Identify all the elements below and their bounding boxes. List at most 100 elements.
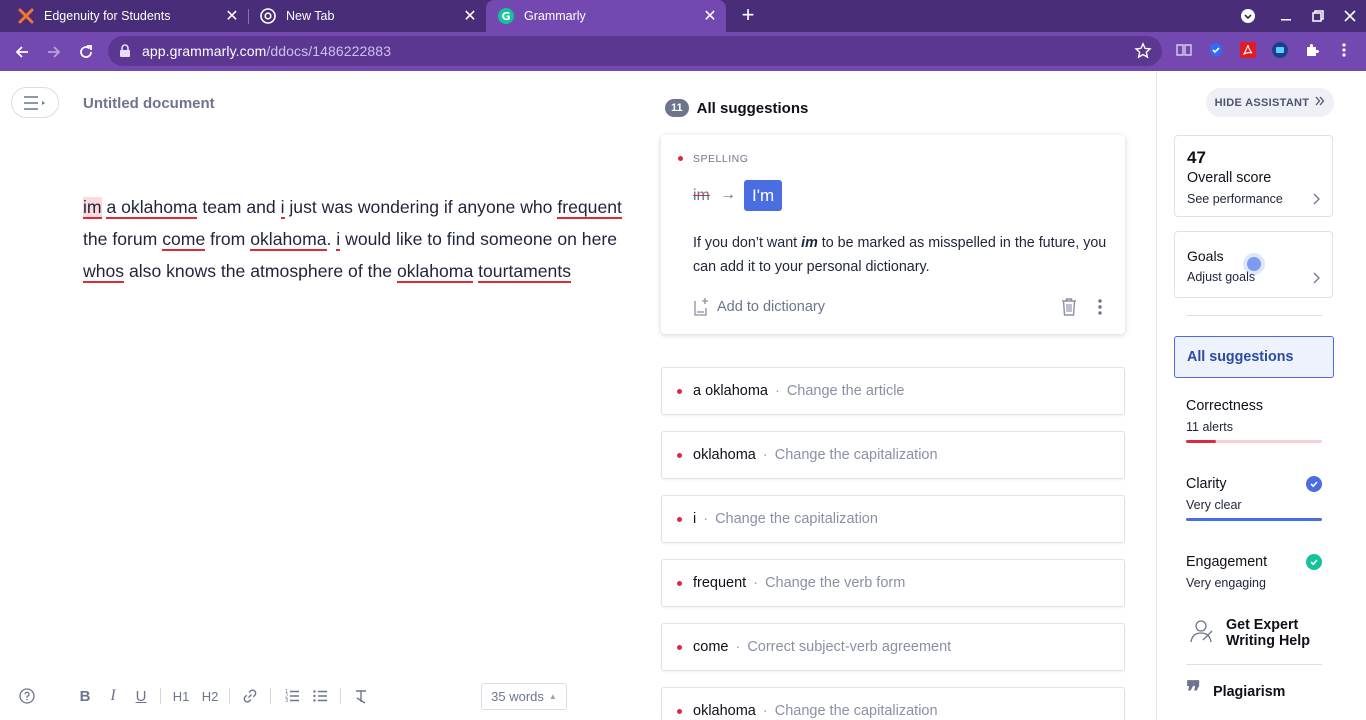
hide-assistant-button[interactable]: HIDE ASSISTANT <box>1206 88 1334 117</box>
text-run: the forum <box>83 229 163 249</box>
category-correctness[interactable]: Correctness 11 alerts <box>1186 398 1322 444</box>
bullet-list-icon[interactable] <box>310 686 330 706</box>
text-run: team and <box>197 197 281 217</box>
original-word: im <box>693 187 710 204</box>
sidebar-divider <box>1186 315 1322 316</box>
clear-format-icon[interactable] <box>351 686 371 706</box>
suggestions-header: 11 All suggestions <box>665 99 808 117</box>
shield-extension-icon[interactable] <box>1207 41 1225 59</box>
suggestion-word: come <box>693 639 729 655</box>
bold-button[interactable]: B <box>76 686 94 706</box>
expert-help-label: Get Expert Writing Help <box>1226 617 1310 649</box>
screen-extension-icon[interactable] <box>1271 41 1289 59</box>
minimize-icon[interactable] <box>1272 4 1300 28</box>
suggestion-description: Correct subject-verb agreement <box>747 639 952 655</box>
ordered-list-icon[interactable]: 123 <box>282 686 302 706</box>
flagged-word[interactable]: oklahoma <box>396 261 474 283</box>
restore-icon[interactable] <box>1304 4 1332 28</box>
dismiss-trash-icon[interactable] <box>1060 297 1078 322</box>
reading-mode-icon[interactable] <box>1175 41 1193 59</box>
adjust-goals-link[interactable]: Adjust goals <box>1187 270 1255 284</box>
underline-button[interactable]: U <box>132 686 150 706</box>
link-icon[interactable] <box>240 686 260 706</box>
check-circle-icon <box>1306 476 1322 492</box>
document-title[interactable]: Untitled document <box>83 95 215 112</box>
document-menu-button[interactable] <box>11 87 59 118</box>
suggestion-description: Change the capitalization <box>774 447 938 463</box>
reload-icon[interactable] <box>75 41 97 63</box>
suggestion-card[interactable]: a oklahoma · Change the article <box>661 367 1125 415</box>
url-host: app.grammarly.com <box>142 43 267 59</box>
chevron-right-icon <box>1312 271 1320 289</box>
active-suggestion-card[interactable]: SPELLING im → I'm If you don’t want im t… <box>661 135 1125 334</box>
separator: · <box>774 383 780 399</box>
more-options-icon[interactable] <box>1097 298 1103 321</box>
tab-new-tab[interactable]: New Tab ✕ <box>248 0 486 32</box>
severity-dot <box>677 581 682 586</box>
word-count-button[interactable]: 35 words ▲ <box>481 683 567 710</box>
goals-card[interactable]: Goals Adjust goals <box>1174 231 1333 298</box>
category-engagement[interactable]: Engagement Very engaging <box>1186 554 1322 594</box>
document-text[interactable]: im a oklahoma team and i just was wonder… <box>83 191 623 287</box>
add-to-dictionary-button[interactable]: Add to dictionary <box>693 297 825 317</box>
category-name: Clarity <box>1186 476 1227 492</box>
see-performance-link[interactable]: See performance <box>1187 192 1283 206</box>
suggestion-word: oklahoma <box>693 703 756 719</box>
suggestion-card[interactable]: oklahoma · Change the capitalization <box>661 431 1125 479</box>
heading2-button[interactable]: H2 <box>199 686 221 706</box>
category-status: Very engaging <box>1186 576 1266 590</box>
close-window-icon[interactable] <box>1336 4 1364 28</box>
check-circle-icon <box>1306 554 1322 570</box>
flagged-word[interactable]: tourtaments <box>478 261 572 283</box>
close-tab-icon[interactable]: ✕ <box>222 6 242 26</box>
expert-writing-help-link[interactable]: Get Expert Writing Help <box>1186 617 1326 649</box>
close-tab-icon[interactable]: ✕ <box>460 6 480 26</box>
toolbar-divider <box>270 688 271 704</box>
hide-assistant-label: HIDE ASSISTANT <box>1214 96 1310 109</box>
tab-strip: Edgenuity for Students ✕ New Tab ✕ G Gra… <box>0 0 1366 32</box>
tab-edgenuity[interactable]: Edgenuity for Students ✕ <box>0 0 248 32</box>
svg-text:3: 3 <box>285 698 288 704</box>
suggestion-card[interactable]: frequent · Change the verb form <box>661 559 1125 607</box>
close-tab-icon[interactable]: ✕ <box>700 6 720 26</box>
back-icon[interactable] <box>11 41 33 63</box>
overall-score-card[interactable]: 47 Overall score See performance <box>1174 135 1333 217</box>
tab-title: Edgenuity for Students <box>44 9 171 23</box>
new-tab-button[interactable]: + <box>737 4 759 27</box>
flagged-word[interactable]: a oklahoma <box>106 197 198 219</box>
flagged-word[interactable]: frequent <box>557 197 622 219</box>
heading1-button[interactable]: H1 <box>170 686 192 706</box>
double-chevron-right-icon <box>1315 96 1325 109</box>
flagged-word[interactable]: oklahoma <box>250 229 327 251</box>
all-suggestions-tab[interactable]: All suggestions <box>1174 336 1334 378</box>
accept-suggestion-button[interactable]: I'm <box>744 180 783 211</box>
suggestion-card[interactable]: oklahoma · Change the capitalization <box>661 687 1125 720</box>
flagged-word[interactable]: whos <box>83 261 125 283</box>
correctness-progress-bar <box>1186 440 1216 443</box>
kebab-menu-icon[interactable] <box>1335 41 1353 59</box>
text-run: from <box>205 229 251 249</box>
suggestion-word: oklahoma <box>693 447 756 463</box>
suggestion-card[interactable]: i · Change the capitalization <box>661 495 1125 543</box>
text-run: . <box>326 229 337 249</box>
plagiarism-link[interactable]: ❞ Plagiarism <box>1186 678 1285 706</box>
forward-icon[interactable] <box>43 41 65 63</box>
suggestion-explanation: If you don’t want im to be marked as mis… <box>693 231 1113 279</box>
bookmark-star-icon[interactable] <box>1134 42 1152 65</box>
suggestion-card[interactable]: come · Correct subject-verb agreement <box>661 623 1125 671</box>
explain-word: im <box>801 235 818 251</box>
tab-grammarly[interactable]: G Grammarly ✕ <box>486 0 726 32</box>
italic-button[interactable]: I <box>104 686 122 706</box>
acrobat-extension-icon[interactable] <box>1239 41 1257 59</box>
address-bar[interactable]: app.grammarly.com/ddocs/1486222883 <box>108 36 1162 66</box>
help-icon[interactable] <box>17 686 37 706</box>
flagged-word[interactable]: im <box>83 197 102 219</box>
tab-search-icon[interactable] <box>1234 4 1262 28</box>
severity-dot <box>677 453 682 458</box>
flagged-word[interactable]: come <box>162 229 206 251</box>
dictionary-add-icon <box>694 298 708 316</box>
category-clarity[interactable]: Clarity Very clear <box>1186 476 1322 522</box>
toolbar-divider <box>340 688 341 704</box>
clarity-progress-bar <box>1186 518 1322 521</box>
extensions-puzzle-icon[interactable] <box>1303 41 1321 59</box>
